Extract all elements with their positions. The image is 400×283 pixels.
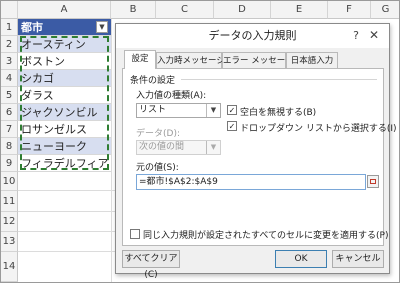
chevron-down-icon: ▼ [206,104,220,117]
row-header-14[interactable]: 14 [1,252,18,282]
column-header-b[interactable]: B [111,1,156,19]
data-select-value: 次の値の間 [139,142,185,152]
row-header-6[interactable]: 6 [1,104,18,121]
in-cell-dropdown-checkbox[interactable]: ✓ [227,121,237,131]
excel-window: A B C D E F G 1 2 3 4 5 6 7 8 9 10 11 12… [0,0,400,283]
close-icon[interactable]: ✕ [365,27,383,44]
row-header-1[interactable]: 1 [1,19,18,36]
column-header-a[interactable]: A [18,1,111,19]
help-button[interactable]: ? [353,29,359,42]
in-cell-dropdown-label: ドロップダウン リストから選択する(I) [240,124,397,134]
column-header-c[interactable]: C [156,1,214,19]
allow-select[interactable]: リスト ▼ [136,103,221,118]
chevron-down-icon: ▼ [206,141,220,154]
row-header-3[interactable]: 3 [1,53,18,70]
gridline [18,231,118,232]
data-label: データ(D): [136,129,180,139]
validation-criteria-label: 条件の設定 [130,76,176,86]
ok-button[interactable]: OK [275,250,327,268]
tab-settings[interactable]: 設定 [124,50,156,69]
gridline [18,211,118,212]
source-label: 元の値(S): [136,163,179,173]
column-header-f[interactable]: F [328,1,371,19]
dialog-title: データの入力規則 [116,24,389,48]
apply-all-label: 同じ入力規則が設定されたすべてのセルに変更を適用する(P) [143,231,389,241]
gridline [111,19,112,282]
header-cell-label: 都市 [21,21,43,34]
ignore-blank-label: 空白を無視する(B) [240,108,317,118]
row-header-12[interactable]: 12 [1,212,18,232]
row-header-8[interactable]: 8 [1,138,18,155]
tab-error-alert[interactable]: エラー メッセージ [222,52,294,68]
clear-all-button[interactable]: すべてクリア(C) [122,250,180,280]
row-header-2[interactable]: 2 [1,36,18,53]
source-input[interactable]: =都市!$A$2:$A$9 [136,174,366,190]
column-header-d[interactable]: D [214,1,271,19]
row-header-7[interactable]: 7 [1,121,18,138]
row-header-9[interactable]: 9 [1,155,18,172]
select-all-corner[interactable] [1,1,18,19]
cancel-button[interactable]: キャンセル [332,250,384,268]
tab-input-message[interactable]: 入力時メッセージ [156,52,225,68]
row-header-4[interactable]: 4 [1,70,18,87]
section-divider [181,79,377,80]
allow-label: 入力値の種類(A): [136,91,207,101]
row-header-13[interactable]: 13 [1,232,18,252]
copy-selection-marquee [20,36,109,170]
settings-pane: 条件の設定 入力値の種類(A): リスト ▼ ✓ 空白を無視する(B) ✓ ドロ… [122,68,397,246]
allow-select-value: リスト [139,105,167,115]
column-header-g[interactable]: G [371,1,399,19]
data-select: 次の値の間 ▼ [136,140,221,155]
header-cell-a1[interactable]: 都市 ▼ [18,19,111,36]
tab-ime-mode[interactable]: 日本語入力 [286,52,338,68]
ignore-blank-checkbox[interactable]: ✓ [227,105,237,115]
row-header-10[interactable]: 10 [1,172,18,191]
gridline [18,251,118,252]
filter-dropdown-icon[interactable]: ▼ [96,21,108,33]
row-header-5[interactable]: 5 [1,87,18,104]
column-header-e[interactable]: E [271,1,328,19]
row-header-11[interactable]: 11 [1,191,18,212]
gridline [18,190,118,191]
apply-all-checkbox[interactable] [130,229,140,239]
data-validation-dialog: データの入力規則 ? ✕ 設定 入力時メッセージ エラー メッセージ 日本語入力… [115,23,397,280]
collapse-dialog-icon[interactable] [367,175,379,188]
